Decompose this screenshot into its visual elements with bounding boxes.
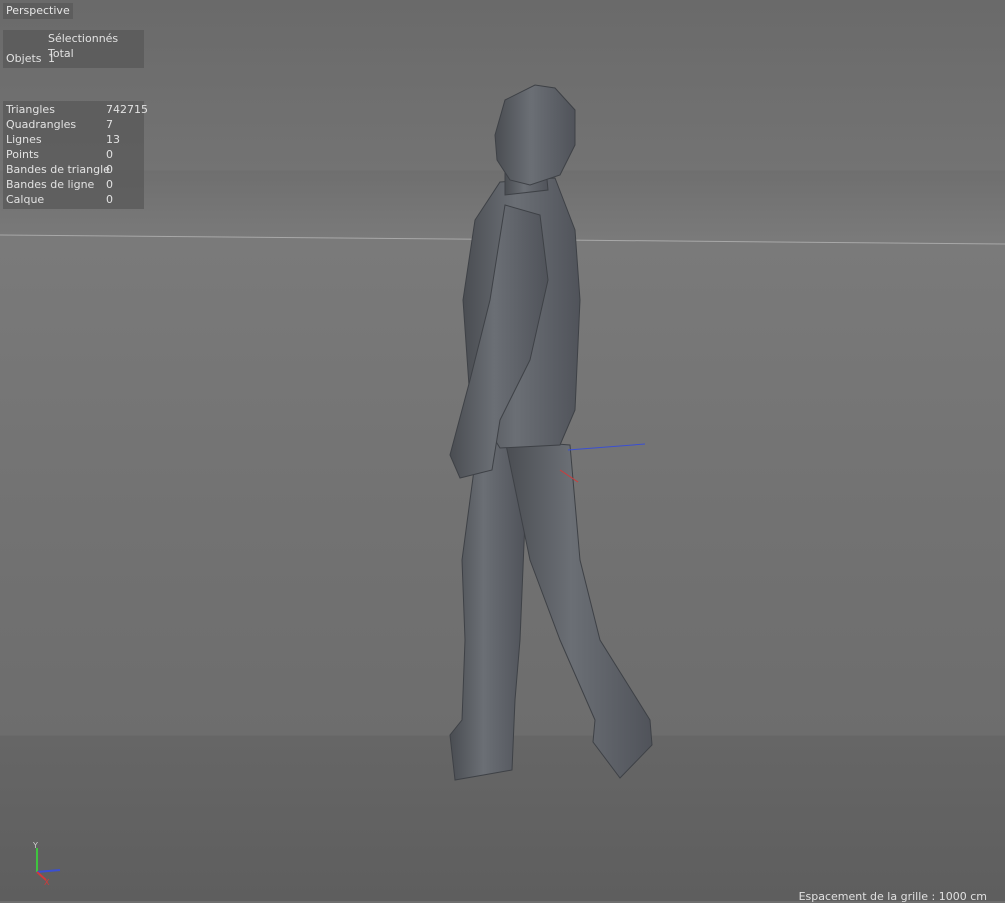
stat-row: Bandes de ligne 0 xyxy=(6,177,142,192)
stat-value: 0 xyxy=(106,148,113,161)
stat-row: Quadrangles 7 xyxy=(6,117,142,132)
viewport-mode-label[interactable]: Perspective xyxy=(3,3,73,19)
stat-label: Quadrangles xyxy=(6,118,77,131)
3d-viewport[interactable]: Perspective Sélectionnés Total Objets 1 … xyxy=(0,0,1005,903)
stat-label: Triangles xyxy=(6,103,55,116)
objects-row-value: 1 xyxy=(48,52,55,65)
stat-row: Lignes 13 xyxy=(6,132,142,147)
stat-value: 0 xyxy=(106,163,113,176)
stat-value: 0 xyxy=(106,193,113,206)
col-selected-header: Sélectionnés xyxy=(48,32,119,45)
human-model[interactable] xyxy=(449,84,653,781)
model-back-leg xyxy=(449,439,526,781)
world-axis-gizmo xyxy=(36,848,61,881)
stat-label: Bandes de triangle xyxy=(6,163,110,176)
scene-stats-panel: Triangles 742715 Quadrangles 7 Lignes 13… xyxy=(3,101,148,209)
stat-value: 0 xyxy=(106,178,113,191)
stat-row: Points 0 xyxy=(6,147,142,162)
stat-row: Bandes de triangle 0 xyxy=(6,162,142,177)
viewport-scene xyxy=(0,84,1005,881)
stat-value: 742715 xyxy=(106,103,148,116)
stat-value: 7 xyxy=(106,118,113,131)
object-axis-z xyxy=(567,443,646,451)
stat-label: Bandes de ligne xyxy=(6,178,95,191)
model-head xyxy=(494,84,576,186)
stat-label: Calque xyxy=(6,193,45,206)
selection-info-panel: Sélectionnés Total Objets 1 xyxy=(3,30,144,68)
stat-row: Triangles 742715 xyxy=(6,102,148,117)
model-front-leg xyxy=(504,439,653,779)
stat-value: 13 xyxy=(106,133,120,146)
stat-label: Lignes xyxy=(6,133,42,146)
grid-spacing-label: Espacement de la grille : 1000 cm xyxy=(798,890,987,903)
objects-row-label: Objets xyxy=(6,52,42,65)
stat-row: Calque 0 xyxy=(6,192,142,207)
stat-label: Points xyxy=(6,148,40,161)
